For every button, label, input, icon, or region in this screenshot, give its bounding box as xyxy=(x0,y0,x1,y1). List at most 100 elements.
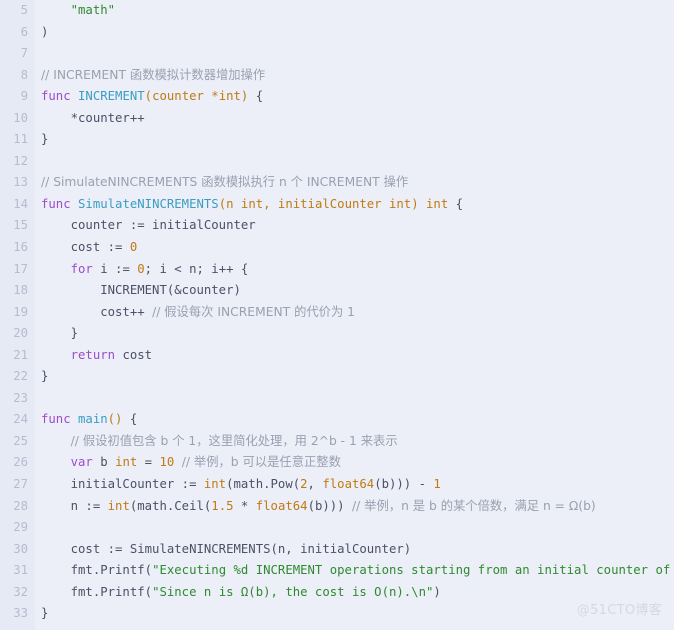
code-content[interactable]: 5 "math" 6) 7 8// INCREMENT 函数模拟计数器增加操作 9 fun… xyxy=(0,0,674,625)
token-pl: counter := initialCounter xyxy=(41,218,256,233)
code-text[interactable]: n := int(math.Ceil(1.5 * float64(b))) //… xyxy=(41,499,596,513)
code-line[interactable]: 6) xyxy=(0,22,674,44)
token-pl: (b))) - xyxy=(374,477,434,492)
line-number: 33 xyxy=(13,606,28,621)
token-num: 1.5 xyxy=(211,498,234,513)
token-typ: int xyxy=(107,498,130,513)
token-pl: } xyxy=(41,369,49,384)
code-text[interactable]: } xyxy=(41,326,78,340)
token-str: "Since n is Ω(b), the cost is O(n).\n" xyxy=(152,584,434,599)
code-text[interactable]: func main() { xyxy=(41,412,137,426)
code-line[interactable]: 24 func main() { xyxy=(0,409,674,431)
code-line[interactable]: 23 xyxy=(0,388,674,410)
code-line[interactable]: 18 INCREMENT(&counter) xyxy=(0,280,674,302)
code-text[interactable]: cost++ // 假设每次 INCREMENT 的代价为 1 xyxy=(41,305,355,319)
token-num: 2 xyxy=(300,477,308,492)
code-text[interactable]: var b int = 10 // 举例，b 可以是任意正整数 xyxy=(41,455,341,469)
token-num: 10 xyxy=(159,455,175,470)
code-line[interactable]: 27 initialCounter := int(math.Pow(2, flo… xyxy=(0,474,674,496)
code-line[interactable]: 22} xyxy=(0,366,674,388)
code-line[interactable]: 32 fmt.Printf("Since n is Ω(b), the cost… xyxy=(0,582,674,604)
code-line[interactable]: 13 // SimulateNINCREMENTS 函数模拟执行 n 个 INCR… xyxy=(0,172,674,194)
code-line[interactable]: 16 cost := 0 xyxy=(0,237,674,259)
code-line[interactable]: 29 xyxy=(0,517,674,539)
code-line[interactable]: 10 *counter++ xyxy=(0,108,674,130)
token-pl: ; i < n; i++ { xyxy=(144,261,249,276)
token-fn: main xyxy=(78,412,108,427)
token-cmt: // INCREMENT 函数模拟计数器增加操作 xyxy=(41,67,266,82)
token-pl: fmt.Printf( xyxy=(41,563,153,578)
line-number: 6 xyxy=(20,24,28,39)
code-line[interactable]: 33} xyxy=(0,603,674,625)
code-text[interactable]: for i := 0; i < n; i++ { xyxy=(41,261,249,276)
code-line[interactable]: 9 func INCREMENT(counter *int) { xyxy=(0,86,674,108)
code-line[interactable]: 30 cost := SimulateNINCREMENTS(n, initia… xyxy=(0,539,674,561)
token-cmt: // 举例，b 可以是任意正整数 xyxy=(181,455,341,470)
code-text[interactable]: counter := initialCounter xyxy=(41,218,256,232)
code-line[interactable]: 14 func SimulateNINCREMENTS(n int, initia… xyxy=(0,194,674,216)
line-number: 13 xyxy=(13,175,28,190)
token-pl: } xyxy=(41,326,79,341)
code-text[interactable]: func SimulateNINCREMENTS(n int, initialC… xyxy=(41,197,463,211)
code-line[interactable]: 7 xyxy=(0,43,674,65)
token-pl: cost := xyxy=(41,240,130,255)
token-pun: () xyxy=(107,412,123,427)
token-pl: { xyxy=(122,412,138,427)
code-text[interactable]: } xyxy=(41,606,48,620)
token-kw: return xyxy=(70,347,116,362)
line-number: 23 xyxy=(13,390,28,405)
token-pl: ) xyxy=(433,584,441,599)
code-text[interactable]: cost := 0 xyxy=(41,240,138,255)
token-str: "Executing %d INCREMENT operations start… xyxy=(152,563,671,578)
code-line[interactable]: 17 for i := 0; i < n; i++ { xyxy=(0,259,674,281)
code-text[interactable]: func INCREMENT(counter *int) { xyxy=(41,89,263,103)
code-line[interactable]: 19 cost++ // 假设每次 INCREMENT 的代价为 1 xyxy=(0,302,674,324)
code-editor[interactable]: 5 "math" 6) 7 8// INCREMENT 函数模拟计数器增加操作 9 fun… xyxy=(0,0,674,630)
code-text[interactable]: // INCREMENT 函数模拟计数器增加操作 xyxy=(41,68,265,82)
code-text[interactable]: // SimulateNINCREMENTS 函数模拟执行 n 个 INCREM… xyxy=(41,175,408,189)
watermark: @51CTO博客 xyxy=(576,603,662,619)
code-line[interactable]: 21 return cost xyxy=(0,345,674,367)
code-line[interactable]: 5 "math" xyxy=(0,0,674,22)
code-text[interactable]: INCREMENT(&counter) xyxy=(41,283,241,297)
token-pl: * xyxy=(233,498,256,513)
token-pl: { xyxy=(248,89,264,104)
code-line[interactable]: 31 fmt.Printf("Executing %d INCREMENT op… xyxy=(0,560,674,582)
token-pun: ( xyxy=(218,196,227,211)
token-kw: var xyxy=(70,455,93,470)
token-cmt: // 假设每次 INCREMENT 的代价为 1 xyxy=(152,304,355,319)
token-cmt: // 假设初值包含 b 个 1，这里简化处理，用 2^b - 1 来表示 xyxy=(70,433,398,448)
line-number: 12 xyxy=(13,153,28,168)
code-text[interactable]: } xyxy=(41,132,48,146)
line-number: 31 xyxy=(13,563,28,578)
code-text[interactable]: *counter++ xyxy=(41,111,145,125)
code-line[interactable]: 25 // 假设初值包含 b 个 1，这里简化处理，用 2^b - 1 来表示 xyxy=(0,431,674,453)
code-line[interactable]: 26 var b int = 10 // 举例，b 可以是任意正整数 xyxy=(0,452,674,474)
code-line[interactable]: 15 counter := initialCounter xyxy=(0,215,674,237)
code-text[interactable]: initialCounter := int(math.Pow(2, float6… xyxy=(41,477,441,491)
line-number: 14 xyxy=(13,196,28,211)
code-line[interactable]: 28 n := int(math.Ceil(1.5 * float64(b)))… xyxy=(0,496,674,518)
code-line[interactable]: 20 } xyxy=(0,323,674,345)
code-line[interactable]: 8 // INCREMENT 函数模拟计数器增加操作 xyxy=(0,65,674,87)
token-pl: cost++ xyxy=(41,304,153,319)
code-text[interactable]: cost := SimulateNINCREMENTS(n, initialCo… xyxy=(41,542,412,556)
token-typ: counter *int xyxy=(152,89,241,104)
code-text[interactable]: "math" xyxy=(41,3,115,17)
code-text[interactable]: ) xyxy=(41,25,48,39)
code-text[interactable]: fmt.Printf("Since n is Ω(b), the cost is… xyxy=(41,585,441,599)
token-pl: (math.Ceil( xyxy=(129,498,212,513)
code-text[interactable]: fmt.Printf("Executing %d INCREMENT opera… xyxy=(41,563,671,578)
code-text[interactable]: return cost xyxy=(41,348,152,362)
code-text[interactable]: // 假设初值包含 b 个 1，这里简化处理，用 2^b - 1 来表示 xyxy=(41,434,398,448)
token-kw: func xyxy=(41,196,71,211)
token-kw: func xyxy=(41,412,71,427)
code-line[interactable]: 11} xyxy=(0,129,674,151)
code-text[interactable]: } xyxy=(41,369,48,383)
code-line[interactable]: 12 xyxy=(0,151,674,173)
